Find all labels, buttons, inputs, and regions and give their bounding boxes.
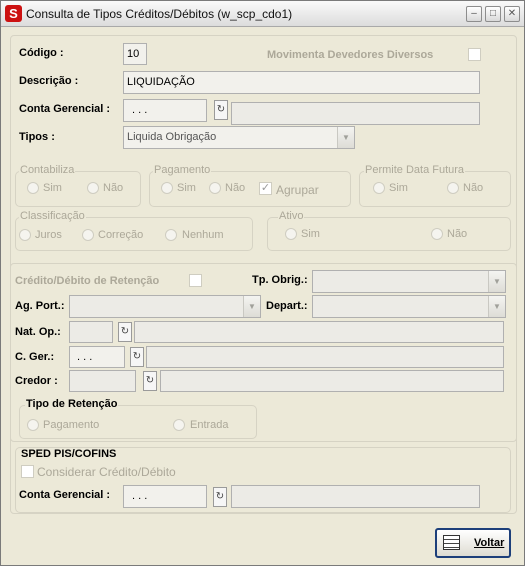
classificacao-juros-label: Juros [35, 229, 62, 241]
lookup-icon[interactable]: ↻ [130, 347, 144, 367]
c-ger-desc-field[interactable] [146, 346, 504, 368]
credito-debito-retencao-label: Crédito/Débito de Retenção [15, 275, 160, 287]
tipo-retencao-entrada-label: Entrada [190, 419, 229, 431]
contabiliza-sim-radio[interactable] [27, 182, 39, 194]
ativo-nao-radio[interactable] [431, 228, 443, 240]
lookup-icon[interactable]: ↻ [214, 100, 228, 120]
lookup-icon[interactable]: ↻ [118, 322, 132, 342]
table-icon [443, 535, 460, 550]
chevron-down-icon[interactable]: ▼ [488, 296, 505, 317]
tipo-retencao-pagamento-label: Pagamento [43, 419, 100, 431]
ativo-sim-label: Sim [301, 228, 320, 240]
tp-obrig-label: Tp. Obrig.: [252, 274, 308, 286]
sped-title: SPED PIS/COFINS [21, 448, 117, 460]
conta-gerencial-code-field[interactable]: . . . [123, 99, 207, 122]
voltar-label: Voltar [474, 537, 505, 549]
lookup-icon[interactable]: ↻ [213, 487, 227, 507]
considerar-credito-debito-checkbox[interactable] [21, 465, 34, 478]
pagamento-sim-label: Sim [177, 182, 196, 194]
contabiliza-group-title: Contabiliza [19, 164, 76, 176]
depart-select[interactable]: ▼ [312, 295, 506, 318]
tipo-retencao-pagamento-radio[interactable] [27, 419, 39, 431]
chevron-down-icon[interactable]: ▼ [243, 296, 260, 317]
descricao-label: Descrição : [19, 75, 79, 87]
codigo-field[interactable]: 10 [123, 43, 147, 65]
chevron-down-icon[interactable]: ▼ [488, 271, 505, 292]
title-bar[interactable]: S Consulta de Tipos Créditos/Débitos (w_… [1, 1, 524, 27]
descricao-field[interactable]: LIQUIDAÇÃO [123, 71, 480, 94]
contabiliza-sim-label: Sim [43, 182, 62, 194]
sped-conta-gerencial-desc-field[interactable] [231, 485, 480, 508]
movimenta-devedores-checkbox[interactable] [468, 48, 481, 61]
pagamento-nao-radio[interactable] [209, 182, 221, 194]
tipos-label: Tipos : [19, 131, 55, 143]
app-icon: S [5, 5, 22, 22]
tp-obrig-select[interactable]: ▼ [312, 270, 506, 293]
credito-debito-retencao-checkbox[interactable] [189, 274, 202, 287]
agrupar-checkbox[interactable]: ✓ [259, 182, 272, 195]
minimize-icon[interactable]: – [466, 6, 482, 22]
sped-conta-gerencial-code-field[interactable]: . . . [123, 485, 207, 508]
maximize-icon[interactable]: □ [485, 6, 501, 22]
contabiliza-nao-label: Não [103, 182, 124, 194]
classificacao-correcao-label: Correção [98, 229, 144, 241]
c-ger-code-field[interactable]: . . . [69, 346, 125, 368]
movimenta-devedores-label: Movimenta Devedores Diversos [267, 49, 434, 61]
conta-gerencial-desc-field[interactable] [231, 102, 480, 125]
classificacao-nenhum-label: Nenhum [182, 229, 224, 241]
sped-conta-gerencial-label: Conta Gerencial : [19, 489, 111, 501]
permite-data-futura-nao-radio[interactable] [447, 182, 459, 194]
ativo-sim-radio[interactable] [285, 228, 297, 240]
classificacao-nenhum-radio[interactable] [165, 229, 177, 241]
nat-op-label: Nat. Op.: [15, 326, 61, 338]
credor-code-field[interactable] [69, 370, 136, 392]
codigo-label: Código : [19, 47, 64, 59]
window: S Consulta de Tipos Créditos/Débitos (w_… [0, 0, 525, 566]
nat-op-code-field[interactable] [69, 321, 113, 343]
classificacao-correcao-radio[interactable] [82, 229, 94, 241]
nat-op-desc-field[interactable] [134, 321, 504, 343]
chevron-down-icon[interactable]: ▼ [337, 127, 354, 148]
ativo-group-title: Ativo [278, 210, 305, 222]
c-ger-label: C. Ger.: [15, 351, 55, 363]
permite-data-futura-group-title: Permite Data Futura [364, 164, 466, 176]
conta-gerencial-label: Conta Gerencial : [19, 103, 111, 115]
permite-data-futura-sim-radio[interactable] [373, 182, 385, 194]
pagamento-group-title: Pagamento [153, 164, 212, 176]
window-title: Consulta de Tipos Créditos/Débitos (w_sc… [26, 7, 293, 21]
contabiliza-nao-radio[interactable] [87, 182, 99, 194]
pagamento-nao-label: Não [225, 182, 246, 194]
permite-data-futura-sim-label: Sim [389, 182, 408, 194]
depart-label: Depart.: [266, 300, 308, 312]
tipo-retencao-entrada-radio[interactable] [173, 419, 185, 431]
credor-label: Credor : [15, 375, 58, 387]
voltar-button[interactable]: Voltar [435, 528, 511, 558]
tipo-retencao-title: Tipo de Retenção [25, 398, 119, 410]
credor-desc-field[interactable] [160, 370, 504, 392]
agrupar-label: Agrupar [276, 183, 319, 197]
classificacao-juros-radio[interactable] [19, 229, 31, 241]
ag-port-label: Ag. Port.: [15, 300, 65, 312]
tipos-select[interactable]: Liquida Obrigação ▼ [123, 126, 355, 149]
considerar-credito-debito-label: Considerar Crédito/Débito [37, 465, 176, 479]
ag-port-select[interactable]: ▼ [69, 295, 261, 318]
tipos-select-value: Liquida Obrigação [127, 131, 217, 143]
lookup-icon[interactable]: ↻ [143, 371, 157, 391]
ativo-nao-label: Não [447, 228, 468, 240]
classificacao-group-title: Classificação [19, 210, 86, 222]
close-icon[interactable]: ✕ [504, 6, 520, 22]
pagamento-sim-radio[interactable] [161, 182, 173, 194]
permite-data-futura-nao-label: Não [463, 182, 484, 194]
